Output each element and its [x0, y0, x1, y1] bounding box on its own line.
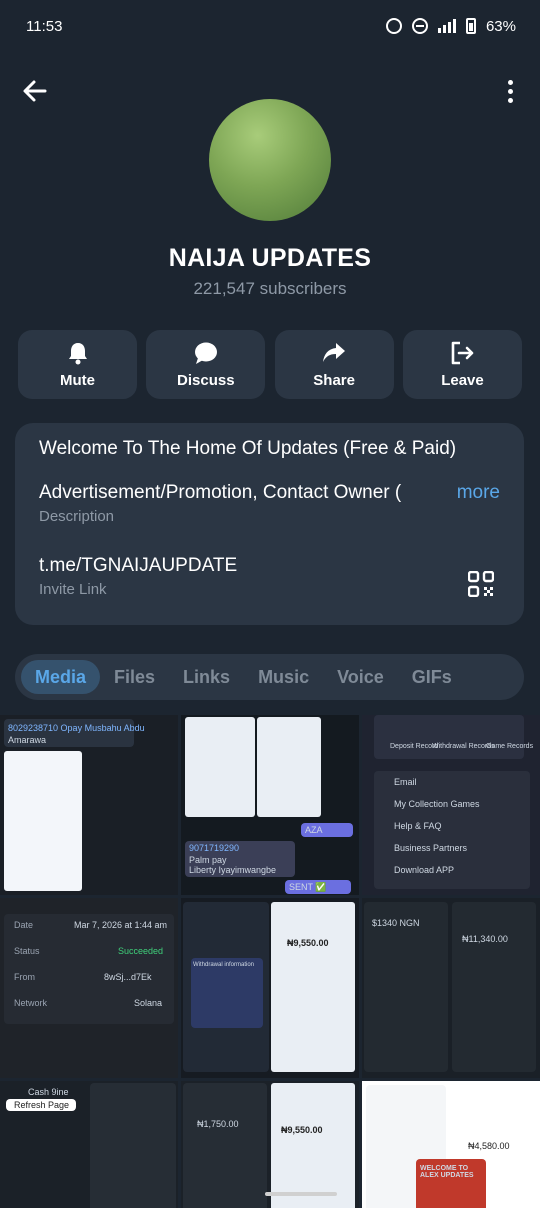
signal-icon — [437, 19, 456, 33]
more-link[interactable]: more — [457, 482, 500, 504]
back-button[interactable] — [20, 76, 50, 106]
tab-links[interactable]: Links — [169, 660, 244, 694]
leave-button[interactable]: Leave — [402, 330, 522, 399]
thumb-text: $1340 NGN — [372, 918, 420, 928]
discuss-label: Discuss — [177, 372, 235, 389]
chat-bubble-icon — [193, 340, 219, 366]
thumb-text: ₦9,550.00 — [281, 1125, 323, 1135]
thumb-text: Refresh Page — [14, 1100, 70, 1110]
share-button[interactable]: Share — [274, 330, 394, 399]
thumb-text: Cash 9ine — [28, 1087, 69, 1097]
tab-music[interactable]: Music — [244, 660, 323, 694]
thumb-text: ₦1,750.00 — [197, 1119, 239, 1129]
arrow-left-icon — [23, 80, 47, 102]
thumb-text: Status — [14, 946, 40, 956]
mute-button[interactable]: Mute — [18, 330, 137, 399]
media-thumbnail[interactable]: ₦1,750.00 ₦9,550.00 — [181, 1081, 359, 1208]
media-thumbnail[interactable]: AZA 9071719290 Palm pay Liberty Iyayimwa… — [181, 715, 359, 895]
thumb-text: ₦11,340.00 — [462, 934, 508, 944]
thumb-text: SENT ✅ — [289, 882, 327, 892]
channel-name: NAIJA UPDATES — [168, 244, 372, 272]
more-menu-button[interactable] — [500, 76, 520, 106]
thumb-text: 8029238710 Opay Musbahu Abdu — [8, 723, 145, 733]
thumb-text: Amarawa — [8, 735, 47, 745]
media-thumbnail[interactable]: Withdrawal information ₦9,550.00 — [181, 898, 359, 1078]
sync-icon — [385, 18, 402, 34]
action-buttons: Mute Discuss Share Leave — [18, 330, 522, 399]
thumb-text: Palm pay — [189, 855, 227, 865]
battery-percent: 63% — [485, 17, 516, 35]
share-label: Share — [313, 372, 355, 389]
thumb-text: Deposit Record — [390, 743, 439, 750]
status-icons: 63% — [385, 17, 516, 35]
thumb-text: Email — [394, 777, 417, 787]
media-grid: 8029238710 Opay Musbahu Abdu Amarawa AZA… — [0, 715, 540, 1208]
invite-link-row[interactable]: t.me/TGNAIJAUPDATE Invite Link — [39, 555, 500, 598]
thumb-text: AZA — [305, 825, 323, 835]
qr-code-icon[interactable] — [468, 571, 494, 597]
thumb-text: 8wSj...d7Ek — [104, 972, 152, 982]
thumb-text: ₦9,550.00 — [287, 938, 329, 948]
description-text: Advertisement/Promotion, Contact Owner ( — [39, 482, 402, 503]
channel-info-card: Welcome To The Home Of Updates (Free & P… — [15, 423, 524, 625]
mute-label: Mute — [60, 372, 95, 389]
tab-voice[interactable]: Voice — [323, 660, 398, 694]
media-thumbnail[interactable]: 8029238710 Opay Musbahu Abdu Amarawa — [0, 715, 178, 895]
thumb-text: Solana — [134, 998, 163, 1008]
bell-icon — [65, 340, 91, 366]
thumb-text: From — [14, 972, 35, 982]
media-thumbnail[interactable]: Date Mar 7, 2026 at 1:44 am Status Succe… — [0, 898, 178, 1078]
tab-media[interactable]: Media — [21, 660, 101, 694]
thumb-text: Download APP — [394, 865, 455, 875]
thumb-text: Succeeded — [118, 946, 164, 956]
thumb-text: Mar 7, 2026 at 1:44 am — [74, 920, 168, 930]
subscriber-count: 221,547 subscribers — [193, 279, 347, 298]
thumb-text: Network — [14, 998, 48, 1008]
thumb-text: Help & FAQ — [394, 821, 442, 831]
home-indicator[interactable] — [265, 1192, 337, 1196]
invite-link-label: Invite Link — [39, 581, 107, 598]
leave-icon — [449, 340, 475, 366]
thumb-text: ₦4,580.00 — [468, 1141, 510, 1151]
do-not-disturb-icon — [411, 18, 428, 34]
thumb-text: Business Partners — [394, 843, 468, 853]
more-vertical-icon — [507, 79, 513, 85]
description-row[interactable]: Advertisement/Promotion, Contact Owner (… — [39, 482, 500, 504]
thumb-text: 9071719290 — [189, 843, 240, 853]
media-thumbnail[interactable]: Cash 9ine Refresh Page — [0, 1081, 178, 1208]
thumb-text: WELCOME TO ALEX UPDATES — [420, 1165, 474, 1179]
thumb-text: Game Records — [486, 743, 534, 750]
leave-label: Leave — [441, 372, 484, 389]
thumb-text: Liberty Iyayimwangbe — [189, 865, 277, 875]
tab-gifs[interactable]: GIFs — [398, 660, 466, 694]
media-thumbnail[interactable]: ₦4,580.00 WELCOME TO ALEX UPDATES — [362, 1081, 540, 1208]
description-label: Description — [39, 508, 115, 525]
media-thumbnail[interactable]: $1340 NGN ₦11,340.00 — [362, 898, 540, 1078]
discuss-button[interactable]: Discuss — [146, 330, 266, 399]
thumb-text: Withdrawal information — [193, 962, 255, 968]
media-tabs: Media Files Links Music Voice GIFs — [15, 654, 524, 700]
tab-files[interactable]: Files — [100, 660, 169, 694]
status-bar: 11:53 63% — [0, 0, 540, 52]
invite-link[interactable]: t.me/TGNAIJAUPDATE — [39, 555, 237, 577]
battery-icon — [465, 18, 476, 34]
status-time: 11:53 — [26, 17, 63, 35]
thumb-text: Date — [14, 920, 34, 930]
media-thumbnail[interactable]: Deposit Record Withdrawal Records Game R… — [362, 715, 540, 895]
welcome-text: Welcome To The Home Of Updates (Free & P… — [39, 438, 457, 459]
thumb-text: My Collection Games — [394, 799, 480, 809]
channel-avatar[interactable] — [209, 99, 331, 221]
share-arrow-icon — [321, 340, 347, 366]
